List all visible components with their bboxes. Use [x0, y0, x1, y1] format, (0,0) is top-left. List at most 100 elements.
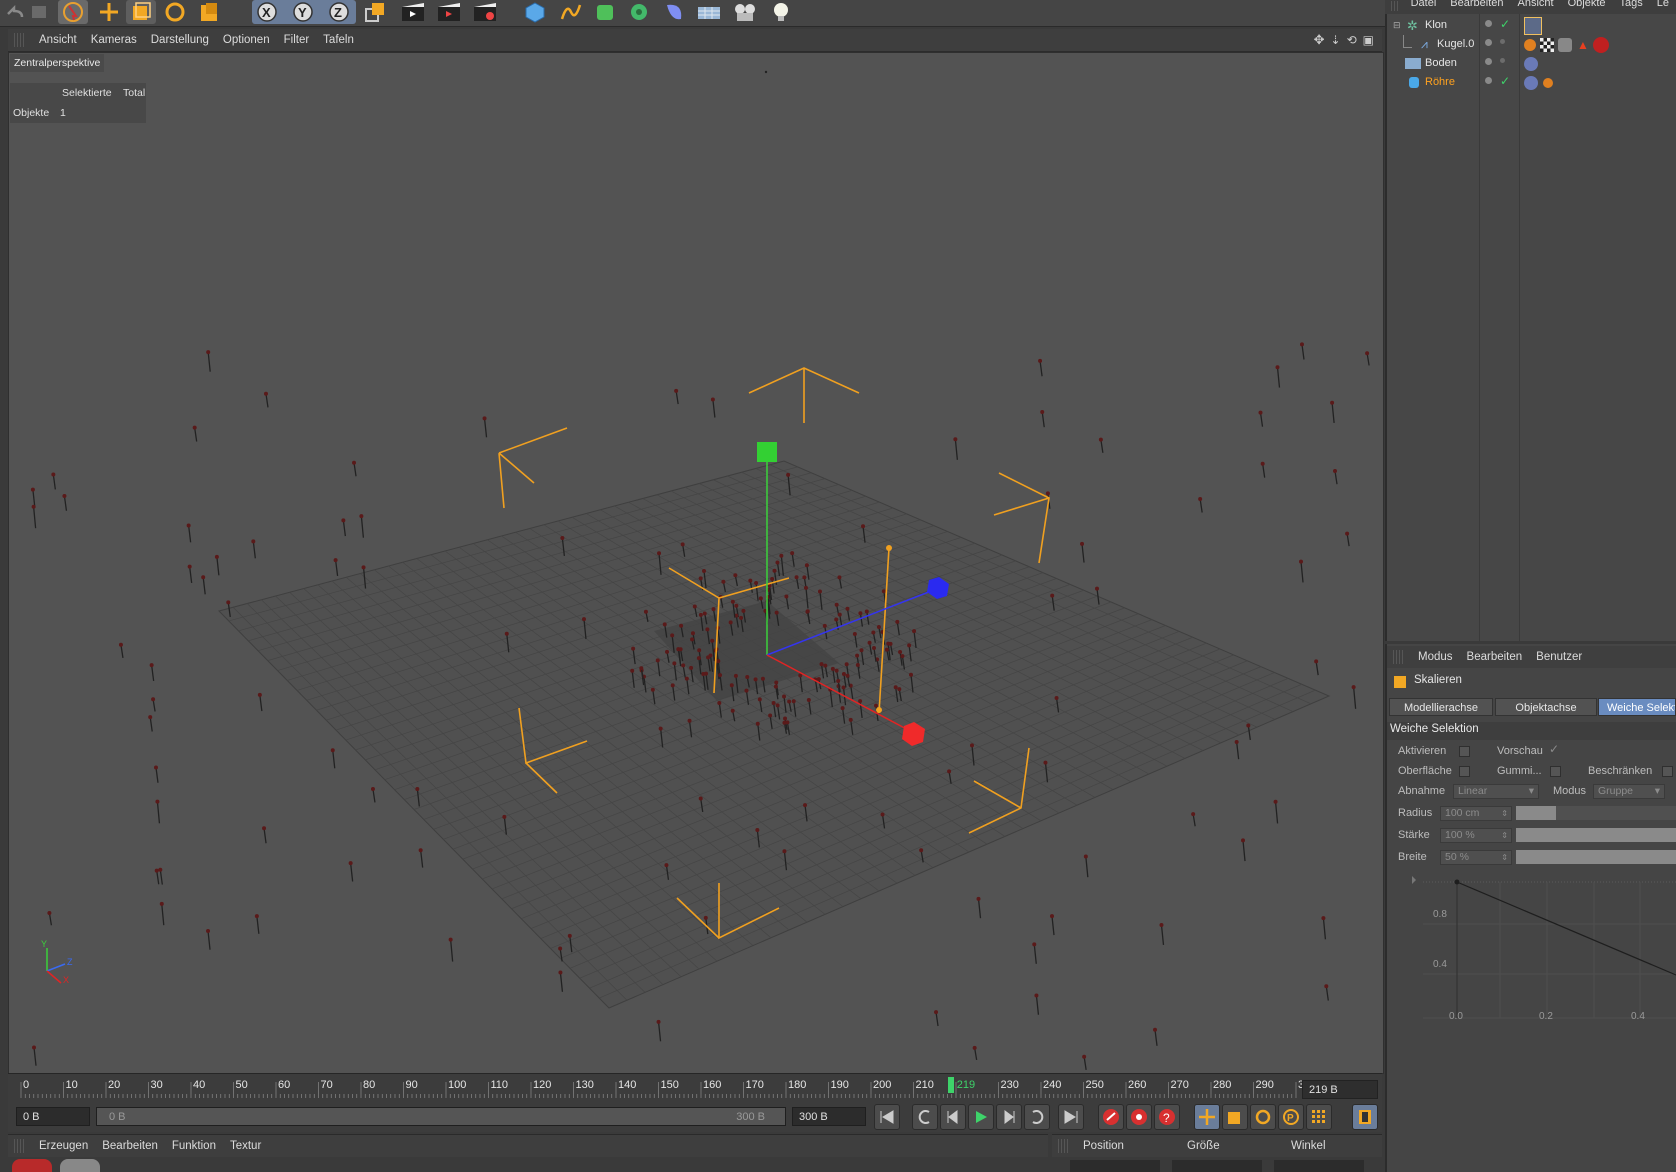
radius-field[interactable]: 100 cm ⇕ [1440, 806, 1512, 821]
grip-handle[interactable] [1391, 1, 1398, 11]
menu-ansicht[interactable]: Ansicht [32, 34, 84, 46]
playhead[interactable] [947, 1077, 954, 1093]
viewport-toggle-icon[interactable]: ▣ [1363, 33, 1374, 47]
move-tool-icon[interactable] [94, 0, 124, 24]
checkbox-beschraenken[interactable] [1662, 766, 1673, 777]
om-menu-ansicht[interactable]: Ansicht [1511, 0, 1561, 9]
array-icon[interactable] [624, 0, 654, 24]
breite-slider[interactable] [1516, 850, 1676, 864]
material-swatch-red[interactable] [12, 1159, 52, 1172]
visibility-dot-icon[interactable] [1485, 39, 1492, 46]
key-pla-icon[interactable] [1306, 1104, 1332, 1130]
om-menu-bearbeiten[interactable]: Bearbeiten [1443, 0, 1510, 9]
phong-tag-icon[interactable] [1543, 78, 1553, 88]
menu-kameras[interactable]: Kameras [84, 34, 144, 46]
enabled-check-icon[interactable]: ✓ [1500, 17, 1510, 31]
viewport-move-icon[interactable]: ✥ [1314, 32, 1325, 48]
object-name-selected[interactable]: Röhre [1425, 73, 1455, 92]
scene-floor-icon[interactable] [694, 0, 724, 24]
attr-menu-modus[interactable]: Modus [1411, 651, 1460, 663]
play-icon[interactable] [968, 1104, 994, 1130]
viewport-rotate-icon[interactable]: ⟲ [1347, 33, 1357, 47]
x-axis-lock-icon[interactable]: X [252, 0, 282, 24]
render-settings-icon[interactable] [470, 0, 500, 24]
z-axis-lock-icon[interactable]: Z [324, 0, 354, 24]
om-menu-more[interactable]: Le [1650, 0, 1676, 9]
nurbs-icon[interactable] [590, 0, 620, 24]
menu-optionen[interactable]: Optionen [216, 34, 277, 46]
y-axis-lock-icon[interactable]: Y [288, 0, 318, 24]
goto-start-icon[interactable] [874, 1104, 900, 1130]
coord-size-field[interactable] [1172, 1160, 1262, 1172]
grip-handle[interactable] [1393, 650, 1405, 664]
checkbox-gummi[interactable] [1550, 766, 1561, 777]
texture-tag-icon[interactable] [1540, 38, 1554, 52]
object-name[interactable]: Boden [1425, 54, 1457, 73]
end-frame-field[interactable]: 300 B [792, 1107, 866, 1126]
tab-weiche-selektion[interactable]: Weiche Selekt [1598, 698, 1676, 716]
breite-field[interactable]: 50 % ⇕ [1440, 850, 1512, 865]
key-position-icon[interactable] [1194, 1104, 1220, 1130]
next-key-icon[interactable] [1024, 1104, 1050, 1130]
menu-filter[interactable]: Filter [277, 34, 317, 46]
falloff-graph[interactable]: 0.8 0.4 0.0 0.2 0.4 [1387, 868, 1676, 1038]
om-menu-datei[interactable]: Datei [1404, 0, 1444, 9]
object-row-roehre[interactable]: Röhre ✓ [1387, 73, 1676, 92]
key-parameter-icon[interactable]: P [1278, 1104, 1304, 1130]
next-frame-icon[interactable] [996, 1104, 1022, 1130]
prev-frame-icon[interactable] [940, 1104, 966, 1130]
attr-menu-bearbeiten[interactable]: Bearbeiten [1460, 651, 1530, 663]
record-icon[interactable] [1098, 1104, 1124, 1130]
menu-funktion[interactable]: Funktion [165, 1140, 223, 1152]
cloner-tag-icon[interactable] [1524, 17, 1542, 35]
current-frame-field[interactable]: 219 B [1302, 1080, 1378, 1099]
om-menu-tags[interactable]: Tags [1613, 0, 1650, 9]
tag-phong-icon[interactable] [1524, 39, 1536, 51]
prev-key-icon[interactable] [912, 1104, 938, 1130]
deformer-icon[interactable] [660, 0, 690, 24]
render-dot-icon[interactable] [1500, 39, 1505, 44]
range-slider[interactable]: 0 B 300 B [96, 1107, 786, 1126]
coord-position-field[interactable] [1070, 1160, 1160, 1172]
material-sphere-icon[interactable] [1593, 37, 1609, 53]
coord-angle-field[interactable] [1274, 1160, 1364, 1172]
start-frame-field[interactable]: 0 B [16, 1107, 90, 1126]
object-name[interactable]: Kugel.0 [1437, 35, 1474, 54]
key-rotation-icon[interactable] [1250, 1104, 1276, 1130]
grip-handle[interactable] [14, 1139, 26, 1153]
radius-slider[interactable] [1516, 806, 1676, 820]
checkbox-vorschau-checked[interactable]: ✓ [1549, 742, 1559, 756]
menu-textur[interactable]: Textur [223, 1140, 268, 1152]
timeline-ruler[interactable]: 0 10 20 30 40 50 60 70 80 90 100 110 120 130 140 150 160… [8, 1073, 1382, 1102]
stepper-icon[interactable]: ⇕ [1501, 829, 1508, 842]
tab-modellierachse[interactable]: Modellierachse [1389, 698, 1493, 716]
goto-end-icon[interactable] [1058, 1104, 1084, 1130]
object-name[interactable]: Klon [1425, 16, 1447, 35]
redo-icon[interactable] [24, 0, 54, 24]
tag-icon[interactable] [1524, 76, 1538, 90]
object-row-kugel[interactable]: ⩘ Kugel.0 ▲ [1387, 35, 1676, 54]
key-scale-icon[interactable] [1222, 1104, 1248, 1130]
tag-icon[interactable] [1524, 57, 1538, 71]
menu-darstellung[interactable]: Darstellung [144, 34, 216, 46]
tab-objektachse[interactable]: Objektachse [1495, 698, 1597, 716]
staerke-field[interactable]: 100 % ⇕ [1440, 828, 1512, 843]
warning-tag-icon[interactable]: ▲ [1577, 38, 1589, 52]
abnahme-dropdown[interactable]: Linear ▾ [1453, 784, 1539, 799]
rotate-tool-icon[interactable] [160, 0, 190, 24]
modus-dropdown[interactable]: Gruppe ▾ [1593, 784, 1665, 799]
spline-icon[interactable] [556, 0, 586, 24]
autokey-icon[interactable] [1126, 1104, 1152, 1130]
3d-viewport[interactable]: Y Z X [8, 52, 1384, 1074]
visibility-dot-icon[interactable] [1485, 20, 1492, 27]
attr-menu-benutzer[interactable]: Benutzer [1529, 651, 1589, 663]
last-tool-icon[interactable] [194, 0, 224, 24]
object-row-klon[interactable]: ⊟ ✲ Klon ✓ [1387, 16, 1676, 35]
checkbox-oberflaeche[interactable] [1459, 766, 1470, 777]
object-row-boden[interactable]: Boden [1387, 54, 1676, 73]
menu-tafeln[interactable]: Tafeln [316, 34, 361, 46]
collapse-icon[interactable]: ⊟ [1393, 20, 1401, 31]
staerke-slider[interactable] [1516, 828, 1676, 842]
cube-object-icon[interactable] [520, 0, 550, 24]
menu-bearbeiten[interactable]: Bearbeiten [95, 1140, 165, 1152]
